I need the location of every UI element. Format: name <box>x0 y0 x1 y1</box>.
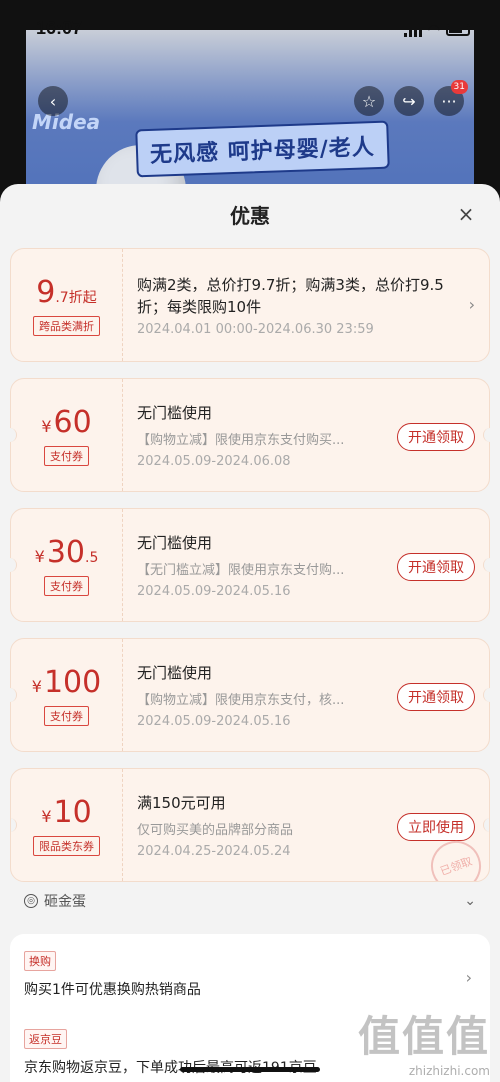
share-button[interactable]: ↪ <box>394 86 424 116</box>
home-indicator[interactable] <box>180 1067 320 1072</box>
currency-symbol: ¥ <box>41 806 52 826</box>
coupon-details: 购满2类，总价打9.7折；购满3类，总价打9.5折；每类限购10件 2024.0… <box>137 249 481 361</box>
watermark-logo: 值值值 <box>357 1012 490 1061</box>
coupon-amount-suffix: .7折起 <box>55 289 97 306</box>
coupon-date: 2024.04.01 00:00-2024.06.30 23:59 <box>137 321 374 337</box>
notification-badge: 31 <box>450 80 468 94</box>
favorite-button[interactable]: ☆ <box>354 86 384 116</box>
sheet-header: 优惠 × <box>0 184 500 244</box>
coupon-title: 购满2类，总价打9.7折；购满3类，总价打9.5折；每类限购10件 <box>137 275 444 316</box>
coupon-value: ¥ 100 支付券 <box>11 639 123 751</box>
coupon-tag: 限品类东券 <box>33 835 100 856</box>
coupon-payment-100: ¥ 100 支付券 无门槛使用 【购物立减】限使用京东支付，核... 2024.… <box>3 638 497 752</box>
coupon-value: 9 .7折起 跨品类满折 <box>11 249 123 361</box>
status-icons: ◠ <box>403 22 470 38</box>
coupon-description: 【购物立减】限使用京东支付购买... <box>137 432 345 448</box>
coupon-payment-60: ¥ 60 支付券 无门槛使用 【购物立减】限使用京东支付购买... 2024.0… <box>3 378 497 492</box>
status-time: 16:07 <box>36 18 83 38</box>
coupon-title: 满150元可用 <box>137 793 226 812</box>
discount-sheet: 优惠 × 9 .7折起 跨品类满折 购满2类，总价打9.7折；购满3类，总价打9… <box>0 184 500 1082</box>
chevron-right-icon[interactable]: › <box>469 295 475 314</box>
chevron-down-icon: ⌄ <box>464 893 476 909</box>
coupon-value: ¥ 30 .5 支付券 <box>11 509 123 621</box>
perk-exchange[interactable]: 换购 购买1件可优惠换购热销商品 › <box>24 950 476 999</box>
coupon-tag: 支付券 <box>44 705 89 726</box>
currency-symbol: ¥ <box>31 676 42 696</box>
chevron-left-icon: ‹ <box>49 91 57 111</box>
star-icon: ☆ <box>361 91 377 111</box>
coupon-amount: 9 <box>36 274 56 310</box>
back-button[interactable]: ‹ <box>38 86 68 116</box>
coupon-tag: 支付券 <box>44 445 89 466</box>
brand-logo: Midea <box>32 110 101 134</box>
currency-symbol: ¥ <box>41 416 52 436</box>
coupon-amount: 10 <box>53 794 92 830</box>
perk-tag: 返京豆 <box>24 1029 67 1049</box>
egg-icon: ◎ <box>24 894 38 908</box>
share-icon: ↪ <box>402 91 416 111</box>
watermark-site: zhizhizhi.com <box>408 1064 490 1078</box>
coupon-amount: 60 <box>53 404 92 440</box>
golden-egg-label: 砸金蛋 <box>44 894 86 910</box>
banner-slogan: 无风感 呵护母婴/老人 <box>135 120 390 178</box>
coupon-amount: 30 <box>46 534 85 570</box>
perk-tag: 换购 <box>24 951 56 971</box>
coupon-category-10: ¥ 10 限品类东券 满150元可用 仅可购买美的品牌部分商品 2024.04.… <box>10 768 490 882</box>
coupon-date: 2024.04.25-2024.05.24 <box>137 843 291 859</box>
coupon-cross-category[interactable]: 9 .7折起 跨品类满折 购满2类，总价打9.7折；购满3类，总价打9.5折；每… <box>10 248 490 362</box>
coupon-description: 仅可购买美的品牌部分商品 <box>137 822 294 838</box>
use-now-button[interactable]: 立即使用 <box>397 813 475 841</box>
coupon-description: 【购物立减】限使用京东支付，核... <box>137 692 345 708</box>
battery-icon <box>446 24 470 36</box>
golden-egg-row[interactable]: ◎ 砸金蛋 ⌄ <box>24 890 476 912</box>
coupon-title: 无门槛使用 <box>137 403 213 422</box>
wifi-icon: ◠ <box>427 22 440 38</box>
coupon-date: 2024.05.09-2024.06.08 <box>137 453 291 469</box>
coupon-value: ¥ 60 支付券 <box>11 379 123 491</box>
chevron-right-icon: › <box>465 968 472 987</box>
currency-symbol: ¥ <box>34 546 45 566</box>
coupon-title: 无门槛使用 <box>137 663 213 682</box>
coupon-payment-30-5: ¥ 30 .5 支付券 无门槛使用 【无门槛立减】限使用京东支付购... 202… <box>3 508 497 622</box>
sheet-title: 优惠 <box>230 203 270 228</box>
coupon-amount-suffix: .5 <box>85 549 99 566</box>
coupon-title: 无门槛使用 <box>137 533 213 552</box>
signal-icon <box>403 23 422 37</box>
more-button[interactable]: ··· 31 <box>434 80 468 116</box>
close-icon: × <box>457 202 475 226</box>
claim-button[interactable]: 开通领取 <box>397 553 475 581</box>
watermark: 值值值 zhizhizhi.com <box>358 1003 490 1078</box>
perk-text: 购买1件可优惠换购热销商品 <box>24 982 201 998</box>
coupon-tag: 跨品类满折 <box>33 315 100 336</box>
coupon-tag: 支付券 <box>44 575 89 596</box>
coupon-amount: 100 <box>43 664 102 700</box>
more-icon: ··· <box>441 91 457 111</box>
coupon-date: 2024.05.09-2024.05.16 <box>137 713 291 729</box>
coupon-date: 2024.05.09-2024.05.16 <box>137 583 291 599</box>
coupon-value: ¥ 10 限品类东券 <box>11 769 123 881</box>
close-button[interactable]: × <box>456 202 476 226</box>
claim-button[interactable]: 开通领取 <box>397 423 475 451</box>
coupon-description: 【无门槛立减】限使用京东支付购... <box>137 562 345 578</box>
claim-button[interactable]: 开通领取 <box>397 683 475 711</box>
